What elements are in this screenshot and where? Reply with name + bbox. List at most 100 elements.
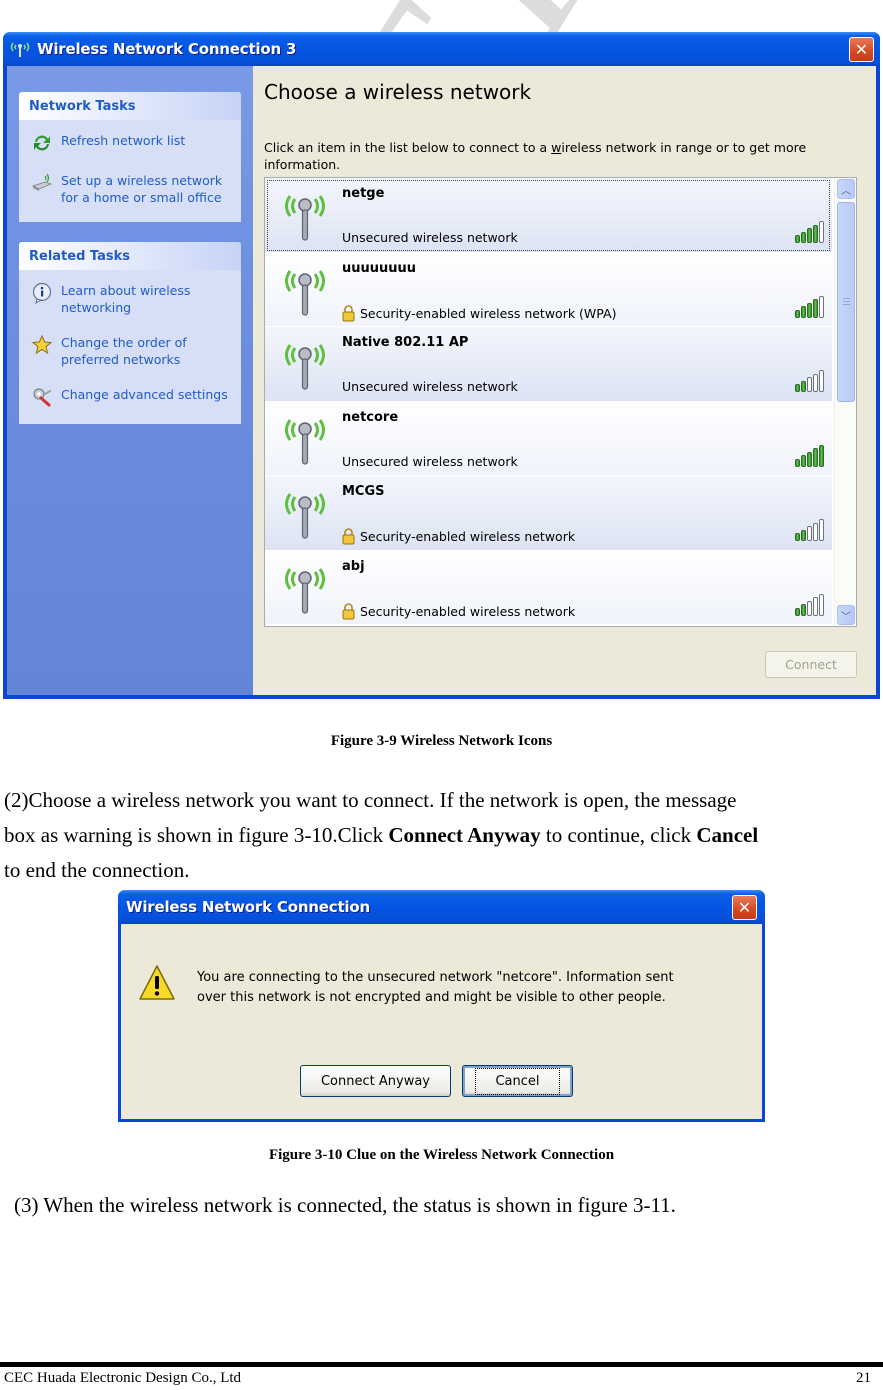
related-tasks-title: Related Tasks [19, 242, 241, 270]
scroll-down-button[interactable]: ﹀ [837, 605, 855, 625]
info-icon [32, 282, 52, 304]
signal-bar [819, 370, 824, 392]
signal-bar [807, 228, 812, 243]
network-list-item[interactable]: uuuuuuuu Security-enabled wireless networ… [265, 252, 832, 327]
signal-bar [813, 299, 818, 318]
grip-icon [843, 298, 850, 299]
dialog-close-button[interactable]: ✕ [732, 895, 757, 920]
wireless-antenna-icon [285, 195, 325, 241]
scroll-thumb[interactable] [837, 202, 855, 402]
connect-anyway-button[interactable]: Connect Anyway [300, 1065, 451, 1097]
task-setup-wireless-network[interactable]: Set up a wireless network for a home or … [31, 172, 233, 206]
network-list-item[interactable]: netcore Unsecured wireless network [265, 401, 832, 476]
star-icon [31, 334, 53, 355]
signal-bar [813, 522, 818, 541]
figure-3-9-caption: Figure 3-9 Wireless Network Icons [330, 733, 553, 749]
signal-bar [795, 309, 800, 318]
signal-bar [813, 597, 818, 616]
network-ssid: netcore [342, 409, 399, 425]
cancel-button[interactable]: Cancel [462, 1065, 573, 1097]
paragraph-step-2: (2)Choose a wireless network you want to… [4, 788, 759, 882]
signal-bar [807, 377, 812, 392]
figure-3-10-caption: Figure 3-10 Clue on the Wireless Network… [268, 1147, 615, 1163]
wireless-antenna-icon [285, 493, 325, 539]
signal-bar [801, 455, 806, 467]
list-scrollbar[interactable]: ︿ ﹀ [834, 178, 856, 626]
signal-strength-icon [795, 593, 824, 616]
signal-bar [819, 593, 824, 616]
wireless-signal-icon [10, 42, 30, 57]
signal-strength-icon [795, 370, 824, 392]
close-icon: ✕ [854, 40, 869, 59]
signal-bar [795, 384, 800, 392]
task-label: Set up a wireless network for a home or … [61, 173, 223, 205]
main-content: Choose a wireless network Click an item … [253, 66, 876, 695]
network-security-status: Unsecured wireless network [342, 230, 518, 245]
signal-bar [819, 221, 824, 243]
signal-bar [813, 448, 818, 467]
network-ssid: MCGS [342, 484, 385, 499]
dialog-titlebar[interactable]: Wireless Network Connection ✕ [118, 890, 765, 924]
signal-bar [801, 529, 806, 541]
signal-bar [807, 526, 812, 541]
task-refresh-network-list[interactable]: Refresh network list [31, 132, 233, 154]
task-sidebar: Network Tasks Refresh network list Set u… [7, 66, 253, 695]
signal-bar [819, 444, 824, 467]
wireless-network-list[interactable]: netge Unsecured wireless network uuuuuuuu S… [264, 177, 857, 627]
lock-icon [342, 304, 355, 321]
signal-strength-icon [795, 221, 824, 243]
warning-icon [139, 965, 175, 1000]
wireless-antenna-icon [285, 418, 325, 465]
wireless-antenna-icon [285, 344, 325, 390]
network-ssid: netge [342, 186, 385, 201]
task-label: Change the order of preferred networks [61, 335, 187, 367]
task-change-preferred-order[interactable]: Change the order of preferred networks [31, 334, 233, 368]
signal-bar [795, 235, 800, 243]
signal-bar [801, 380, 806, 392]
close-button[interactable]: ✕ [849, 37, 874, 62]
signal-bar [813, 224, 818, 243]
signal-bar [807, 451, 812, 467]
signal-bar [807, 302, 812, 318]
paragraph-step-3: (3) When the wireless network is connect… [14, 1193, 676, 1217]
task-label: Refresh network list [61, 133, 186, 148]
dialog-title: Wireless Network Connection [126, 898, 370, 916]
chevron-down-icon: ﹀ [841, 611, 851, 623]
signal-bar [801, 604, 806, 616]
signal-bar [807, 600, 812, 616]
close-icon: ✕ [737, 898, 752, 917]
wireless-setup-icon [32, 173, 52, 191]
connect-button[interactable]: Connect [765, 651, 857, 678]
task-change-advanced-settings[interactable]: Change advanced settings [31, 386, 233, 408]
signal-bar [801, 306, 806, 318]
wireless-antenna-icon [285, 567, 325, 614]
task-label: Learn about wireless networking [61, 283, 191, 315]
page-title: Choose a wireless network [264, 80, 532, 104]
signal-bar [795, 458, 800, 467]
signal-bar [813, 373, 818, 392]
signal-strength-icon [795, 444, 824, 467]
wireless-network-connection-window: Wireless Network Connection 3 ✕ Network … [3, 32, 880, 699]
network-list-item[interactable]: netge Unsecured wireless network [265, 178, 832, 253]
network-list-item[interactable]: Native 802.11 AP Unsecured wireless netwo… [265, 327, 832, 402]
network-ssid: Native 802.11 AP [342, 335, 469, 350]
signal-bar [795, 607, 800, 616]
scroll-up-button[interactable]: ︿ [837, 179, 855, 199]
window-titlebar[interactable]: Wireless Network Connection 3 ✕ [3, 32, 880, 66]
related-tasks-panel: Related Tasks Learn about wireless netwo… [19, 242, 241, 424]
network-ssid: uuuuuuuu [342, 260, 417, 276]
signal-strength-icon [795, 519, 824, 541]
network-list-item[interactable]: abj Security-enabled wireless network [265, 550, 832, 625]
network-security-status: Security-enabled wireless network [342, 528, 575, 545]
network-security-status: Unsecured wireless network [342, 453, 518, 469]
signal-bar [819, 519, 824, 541]
task-label: Change advanced settings [61, 387, 228, 402]
network-tasks-panel: Network Tasks Refresh network list Set u… [19, 92, 241, 222]
warning-dialog: Wireless Network Connection ✕ You are co… [118, 890, 765, 1122]
warning-message: You are connecting to the unsecured netw… [197, 970, 674, 1005]
refresh-icon [34, 135, 50, 151]
network-tasks-title: Network Tasks [19, 92, 241, 120]
network-security-status: Unsecured wireless network [342, 379, 518, 394]
network-list-item[interactable]: MCGS Security-enabled wireless network [265, 476, 832, 551]
task-learn-wireless[interactable]: Learn about wireless networking [31, 282, 233, 316]
